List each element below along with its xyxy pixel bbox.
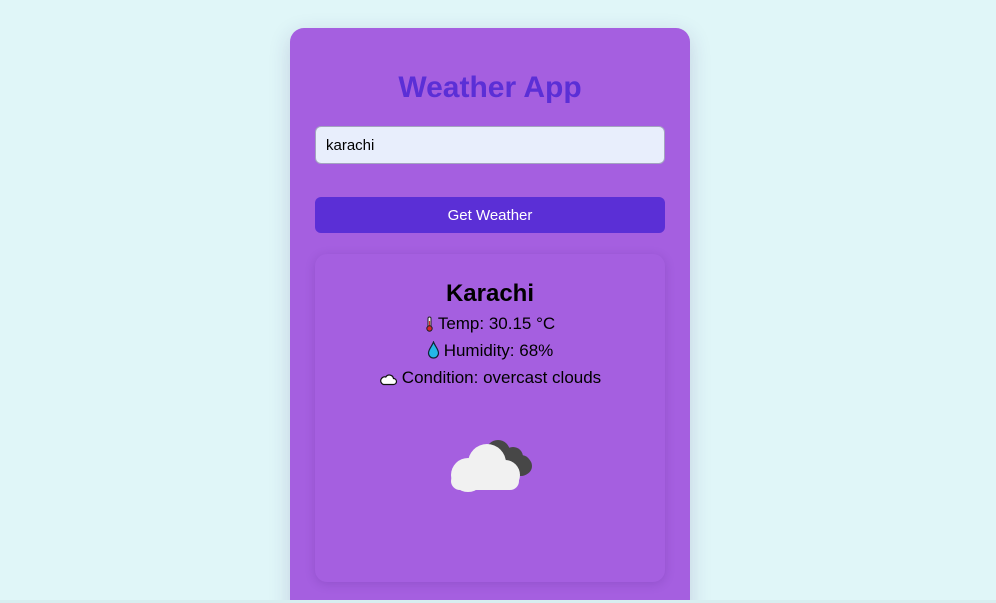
temperature-line: Temp: 30.15 °C (315, 314, 665, 337)
weather-app-card: Weather App Get Weather Karachi Temp: 30… (290, 28, 690, 603)
droplet-icon (427, 340, 440, 364)
condition-text: Condition: overcast clouds (401, 368, 602, 387)
app-title: Weather App (398, 71, 582, 104)
humidity-line: Humidity: 68% (315, 340, 665, 364)
get-weather-button[interactable]: Get Weather (315, 197, 665, 233)
city-search-input[interactable] (315, 126, 665, 164)
weather-result-card: Karachi Temp: 30.15 °C Humidity: 68% Con… (315, 254, 665, 582)
city-name: Karachi (445, 280, 535, 307)
humidity-text: Humidity: 68% (443, 341, 554, 360)
thermometer-icon (425, 316, 434, 337)
condition-line: Condition: overcast clouds (315, 368, 665, 391)
temperature-text: Temp: 30.15 °C (437, 314, 556, 333)
overcast-clouds-icon (447, 432, 535, 492)
cloud-icon (379, 371, 398, 391)
page: Weather App Get Weather Karachi Temp: 30… (0, 0, 996, 603)
